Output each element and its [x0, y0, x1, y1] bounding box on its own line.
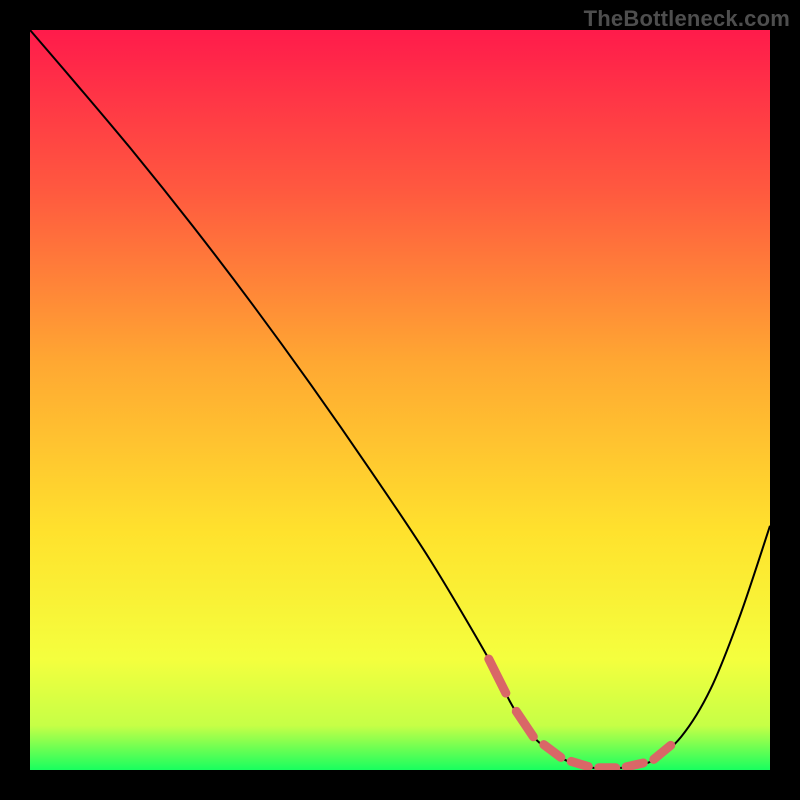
plot-area [30, 30, 770, 770]
chart-container: TheBottleneck.com [0, 0, 800, 800]
optimal-band-segment [626, 763, 643, 767]
optimal-band-segment [571, 761, 588, 766]
chart-svg [30, 30, 770, 770]
watermark-text: TheBottleneck.com [584, 6, 790, 32]
gradient-background [30, 30, 770, 770]
